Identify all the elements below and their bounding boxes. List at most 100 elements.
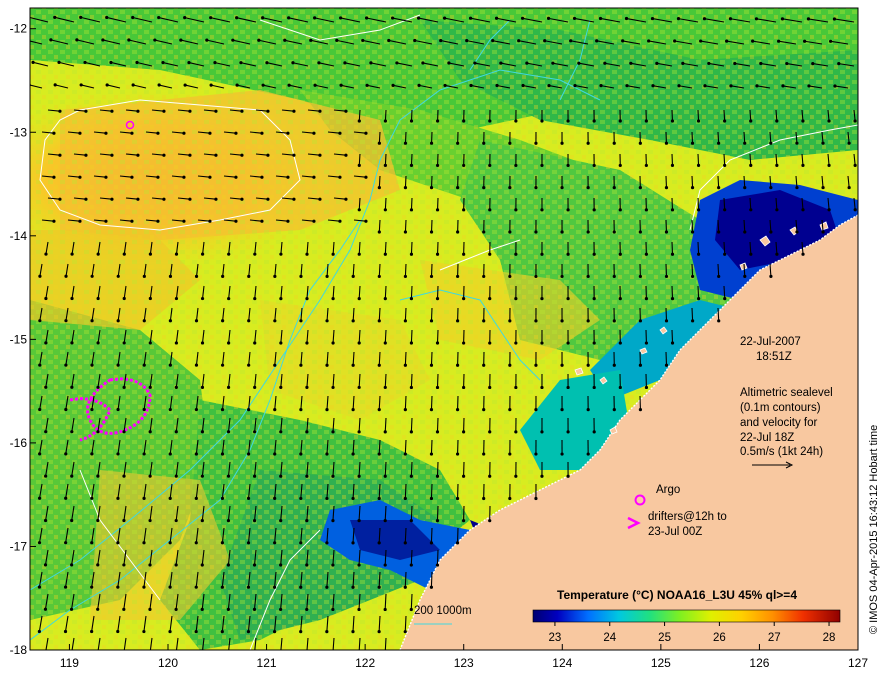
velocity-arrowhead [725, 39, 729, 43]
velocity-arrowhead [488, 385, 492, 390]
velocity-arrowhead [455, 363, 460, 367]
velocity-arrowhead [253, 385, 257, 389]
velocity-arrowhead [357, 430, 361, 434]
velocity-arrowhead [586, 363, 590, 367]
velocity-arrowhead [560, 408, 564, 412]
velocity-arrowhead [179, 38, 183, 42]
velocity-arrowhead [299, 630, 303, 634]
velocity-arrowhead [749, 119, 753, 123]
velocity-arrowhead [226, 518, 231, 523]
velocity-arrowhead [775, 119, 779, 123]
velocity-arrowhead [624, 16, 629, 21]
velocity-arrow-icon [717, 307, 720, 321]
velocity-arrowhead [723, 252, 727, 256]
velocity-arrowhead [90, 629, 94, 634]
velocity-arrowhead [246, 630, 251, 634]
velocity-arrowhead [318, 109, 322, 113]
velocity-arrowhead [208, 219, 212, 223]
velocity-arrowhead [273, 274, 277, 278]
velocity-arrowhead [122, 341, 126, 345]
velocity-arrowhead [853, 208, 857, 212]
velocity-arrow-icon [378, 131, 381, 144]
velocity-arrowhead [482, 496, 486, 501]
velocity-arrowhead [717, 141, 721, 145]
velocity-arrowhead [84, 153, 88, 157]
velocity-arrowhead [273, 407, 277, 412]
velocity-arrowhead [331, 341, 335, 345]
velocity-arrowhead [116, 363, 120, 367]
velocity-arrowhead [226, 385, 231, 389]
velocity-arrowhead [58, 153, 62, 157]
velocity-arrowhead [305, 296, 309, 301]
velocity-arrowhead [435, 385, 440, 390]
velocity-arrowhead [543, 39, 547, 43]
velocity-arrowhead [331, 519, 335, 523]
legend-line-4: 22-Jul 18Z [740, 432, 794, 444]
velocity-arrowhead [96, 252, 100, 256]
velocity-arrowhead [488, 252, 492, 256]
velocity-arrowhead [534, 186, 538, 190]
velocity-arrowhead [421, 61, 425, 65]
velocity-arrowhead [357, 385, 361, 390]
date-label: 22-Jul-2007 [740, 336, 801, 348]
velocity-arrowhead [377, 496, 381, 501]
velocity-arrowhead [44, 430, 48, 434]
velocity-arrowhead [592, 208, 596, 212]
velocity-arrowhead [837, 62, 841, 66]
velocity-arrowhead [377, 630, 381, 634]
velocity-arrowhead [162, 153, 166, 157]
velocity-arrowhead [252, 563, 257, 567]
velocity-arrowhead [670, 163, 675, 168]
velocity-arrowhead [299, 274, 303, 278]
velocity-arrowhead [105, 15, 109, 20]
velocity-arrowhead [403, 141, 408, 145]
velocity-arrowhead [383, 474, 387, 478]
velocity-arrowhead [96, 474, 100, 478]
velocity-arrow-icon [691, 263, 694, 277]
velocity-arrowhead [174, 430, 178, 434]
velocity-arrowhead [717, 319, 721, 323]
velocity-arrowhead [335, 38, 339, 42]
velocity-arrowhead [690, 230, 695, 234]
velocity-arrowhead [247, 274, 251, 278]
velocity-arrowhead [409, 563, 413, 567]
velocity-arrowhead [183, 83, 187, 87]
velocity-arrowhead [188, 153, 192, 157]
velocity-arrowhead [286, 219, 290, 223]
velocity-arrowhead [142, 319, 146, 323]
velocity-arrowhead [429, 408, 434, 412]
velocity-arrow-icon [743, 131, 746, 144]
velocity-arrowhead [377, 274, 381, 279]
velocity-arrow-icon [723, 285, 726, 299]
velocity-arrowhead [638, 319, 642, 323]
velocity-arrowhead [801, 163, 805, 167]
velocity-arrowhead [612, 363, 616, 367]
velocity-arrowhead [64, 274, 68, 278]
velocity-arrowhead [305, 385, 309, 390]
velocity-arrow-icon [384, 417, 387, 432]
velocity-arrowhead [70, 474, 74, 478]
velocity-arrowhead [638, 230, 642, 234]
velocity-arrowhead [44, 385, 48, 389]
velocity-arrow-icon [404, 571, 407, 588]
velocity-arrowhead [122, 385, 126, 389]
velocity-arrowhead [461, 519, 466, 523]
velocity-arrowhead [58, 109, 62, 113]
colorbar-tick-label: 27 [768, 632, 781, 644]
velocity-arrowhead [383, 208, 387, 212]
velocity-arrowhead [377, 186, 381, 190]
velocity-arrowhead [462, 430, 466, 434]
velocity-arrowhead [220, 629, 224, 634]
velocity-arrowhead [377, 319, 381, 323]
velocity-arrowhead [465, 39, 469, 43]
velocity-arrowhead [754, 17, 759, 21]
velocity-arrowhead [142, 274, 146, 278]
velocity-arrowhead [462, 385, 466, 390]
velocity-arrowhead [279, 607, 283, 612]
velocity-arrowhead [391, 83, 395, 87]
velocity-arrowhead [377, 141, 381, 145]
velocity-arrowhead [75, 38, 79, 42]
velocity-arrowhead [84, 109, 88, 113]
velocity-arrowhead [618, 341, 622, 345]
velocity-arrowhead [618, 252, 622, 256]
